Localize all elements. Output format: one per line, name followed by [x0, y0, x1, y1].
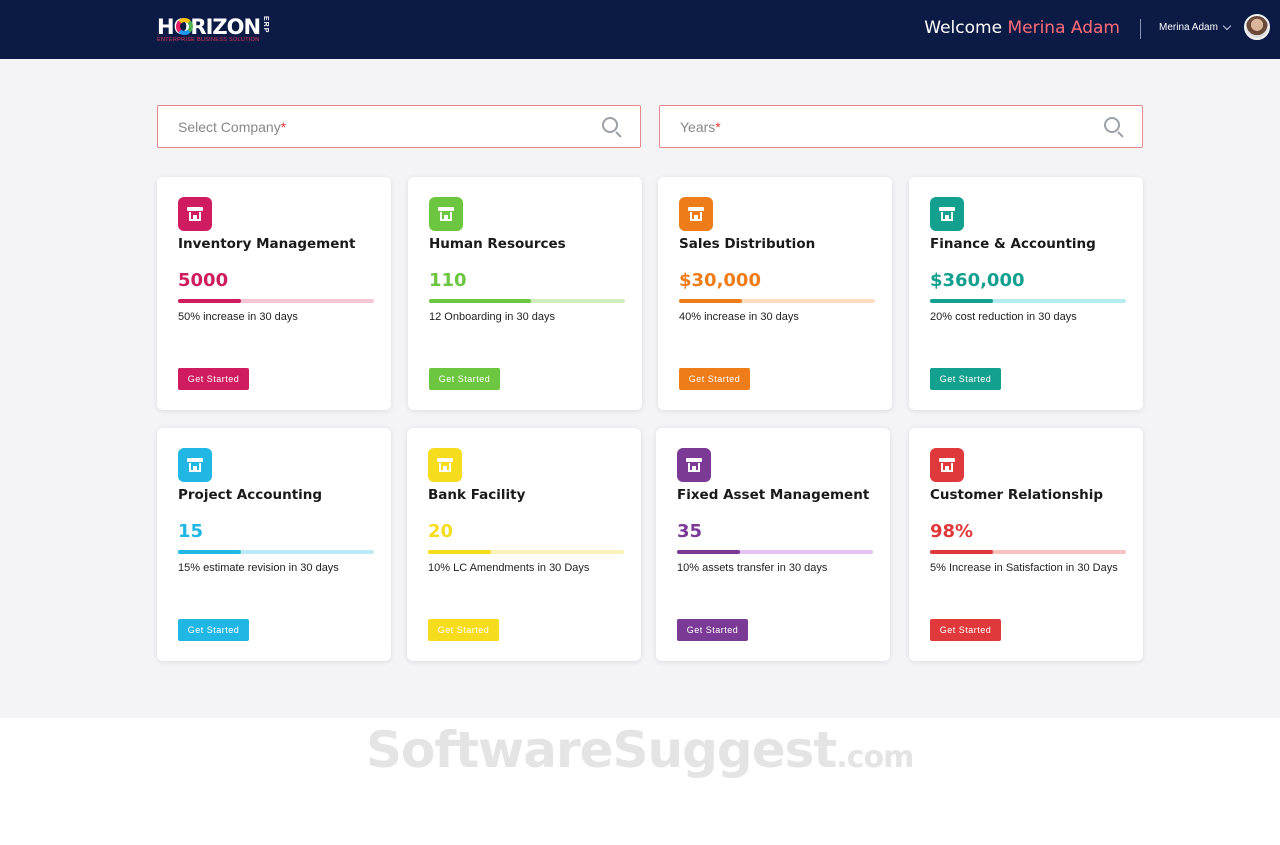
module-card-inventory-management: Inventory Management 5000 50% increase i…	[157, 177, 391, 410]
progress-fill	[930, 550, 993, 554]
card-value: $360,000	[930, 270, 1025, 291]
get-started-button[interactable]: Get Started	[178, 619, 249, 641]
module-card-bank-facility: Bank Facility 20 10% LC Amendments in 30…	[407, 428, 641, 661]
progress-bar	[930, 299, 1126, 303]
get-started-button[interactable]: Get Started	[679, 368, 750, 390]
store-icon	[677, 448, 711, 482]
chevron-down-icon	[1222, 21, 1232, 30]
card-description: 10% LC Amendments in 30 Days	[428, 562, 590, 574]
card-value: $30,000	[679, 270, 761, 291]
get-started-button[interactable]: Get Started	[677, 619, 748, 641]
card-value: 98%	[930, 521, 974, 542]
card-title: Customer Relationship	[930, 487, 1104, 503]
logo-tagline: ENTERPRISE BUSINESS SOLUTION	[157, 37, 260, 43]
get-started-button[interactable]: Get Started	[428, 619, 499, 641]
store-icon	[429, 197, 463, 231]
progress-bar	[679, 299, 875, 303]
get-started-button[interactable]: Get Started	[930, 619, 1001, 641]
horizon-logo[interactable]: HORIZON ERP ENTERPRISE BUSINESS SOLUTION	[157, 14, 275, 46]
select-company-field[interactable]: Select Company*	[157, 105, 641, 148]
logo-erp-label: ERP	[262, 16, 269, 34]
store-icon	[679, 197, 713, 231]
progress-fill	[679, 299, 742, 303]
card-title: Project Accounting	[178, 487, 323, 503]
search-icon[interactable]	[602, 117, 622, 138]
get-started-button[interactable]: Get Started	[178, 368, 249, 390]
card-description: 15% estimate revision in 30 days	[178, 562, 339, 574]
card-title: Bank Facility	[428, 487, 526, 503]
store-icon	[178, 448, 212, 482]
progress-bar	[930, 550, 1126, 554]
get-started-button[interactable]: Get Started	[930, 368, 1001, 390]
progress-bar	[178, 299, 374, 303]
progress-fill	[178, 299, 241, 303]
card-title: Inventory Management	[178, 236, 356, 252]
card-value: 35	[677, 521, 703, 542]
progress-fill	[428, 550, 491, 554]
card-value: 110	[429, 270, 467, 291]
progress-bar	[178, 550, 374, 554]
store-icon	[428, 448, 462, 482]
welcome-prefix: Welcome	[924, 18, 1003, 38]
store-icon	[930, 197, 964, 231]
card-title: Finance & Accounting	[930, 236, 1096, 252]
card-description: 50% increase in 30 days	[178, 311, 298, 323]
card-description: 5% Increase in Satisfaction in 30 Days	[930, 562, 1118, 574]
progress-fill	[930, 299, 993, 303]
card-description: 40% increase in 30 days	[679, 311, 799, 323]
card-value: 5000	[178, 270, 229, 291]
watermark-text: SoftwareSuggest.com	[366, 721, 914, 779]
store-icon	[178, 197, 212, 231]
card-value: 15	[178, 521, 204, 542]
card-description: 10% assets transfer in 30 days	[677, 562, 828, 574]
welcome-name: Merina Adam	[1007, 18, 1120, 38]
avatar[interactable]	[1244, 14, 1270, 40]
progress-bar	[677, 550, 873, 554]
years-field[interactable]: Years*	[659, 105, 1143, 148]
years-placeholder: Years*	[680, 119, 721, 135]
card-title: Fixed Asset Management	[677, 487, 870, 503]
progress-bar	[429, 299, 625, 303]
dashboard-content: Select Company* Years* Inventory Managem…	[0, 59, 1280, 718]
top-navbar: HORIZON ERP ENTERPRISE BUSINESS SOLUTION…	[0, 0, 1280, 59]
watermark-area: SoftwareSuggest.com	[0, 718, 1280, 845]
welcome-message: Welcome Merina Adam	[924, 18, 1120, 38]
module-card-human-resources: Human Resources 110 12 Onboarding in 30 …	[408, 177, 642, 410]
card-title: Human Resources	[429, 236, 566, 252]
progress-fill	[677, 550, 740, 554]
module-card-fixed-asset-management: Fixed Asset Management 35 10% assets tra…	[656, 428, 890, 661]
card-description: 20% cost reduction in 30 days	[930, 311, 1077, 323]
store-icon	[930, 448, 964, 482]
progress-fill	[429, 299, 531, 303]
logo-ring-icon	[176, 18, 193, 35]
card-description: 12 Onboarding in 30 days	[429, 311, 555, 323]
progress-bar	[428, 550, 624, 554]
module-card-finance-accounting: Finance & Accounting $360,000 20% cost r…	[909, 177, 1143, 410]
select-company-placeholder: Select Company*	[178, 119, 287, 135]
user-menu-name: Merina Adam	[1159, 22, 1218, 33]
search-icon[interactable]	[1104, 117, 1124, 138]
header-divider	[1140, 19, 1141, 39]
progress-fill	[178, 550, 241, 554]
card-value: 20	[428, 521, 454, 542]
user-menu-dropdown[interactable]: Merina Adam	[1159, 21, 1232, 33]
module-card-project-accounting: Project Accounting 15 15% estimate revis…	[157, 428, 391, 661]
get-started-button[interactable]: Get Started	[429, 368, 500, 390]
card-title: Sales Distribution	[679, 236, 816, 252]
module-card-customer-relationship: Customer Relationship 98% 5% Increase in…	[909, 428, 1143, 661]
module-card-sales-distribution: Sales Distribution $30,000 40% increase …	[658, 177, 892, 410]
